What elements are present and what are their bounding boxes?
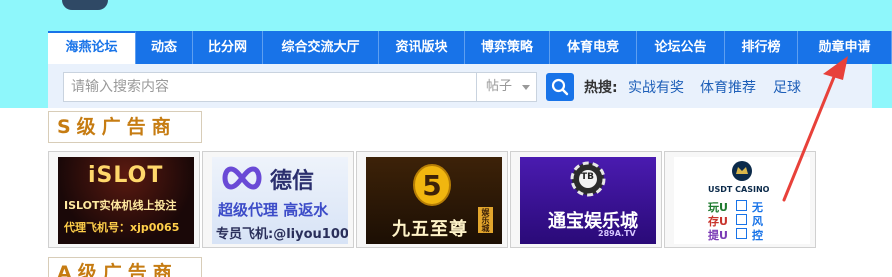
search-button[interactable] — [546, 73, 574, 101]
search-input[interactable] — [63, 72, 477, 102]
ad-line-withdraw: 提U — [708, 229, 728, 242]
ad-card-dexin[interactable]: 德信 超级代理 高返水 专员飞机:@liyou100 — [202, 151, 354, 248]
ad-tagline-dexin: 超级代理 高返水 — [218, 201, 329, 219]
nav-tab-leaderboard[interactable]: 排行榜 — [725, 31, 798, 64]
nav-tab-esports[interactable]: 体育电竞 — [550, 31, 637, 64]
hot-link-football[interactable]: 足球 — [773, 77, 801, 97]
hot-link-sports[interactable]: 体育推荐 — [700, 77, 756, 97]
search-scope-label: 帖子 — [486, 79, 513, 94]
search-scope-select[interactable]: 帖子 — [477, 72, 537, 102]
ad-brand-dexin: 德信 — [270, 169, 315, 194]
ad-card-tongbao[interactable]: TB 通宝娱乐城 289A.TV — [510, 151, 662, 248]
section-title-s: S级广告商 — [48, 111, 202, 143]
nav-tab-dynamic[interactable]: 动态 — [136, 31, 193, 64]
coin-logo-icon: 5 — [413, 164, 451, 206]
ad-badge-jiuwu: 娱乐城 — [478, 207, 493, 233]
hot-link-prize[interactable]: 实战有奖 — [628, 77, 684, 97]
ad-logo-tongbao: TB — [581, 172, 594, 182]
ad-banner-jiuwu: 5 九五至尊 娱乐城 — [366, 157, 502, 244]
ad-card-usdt-casino[interactable]: USDT CASINO 玩U 存U 提U 无 风 控 — [664, 151, 816, 248]
svg-text:5: 5 — [422, 169, 441, 202]
hot-search-label: 热搜: — [584, 80, 618, 96]
ad-domain-tongbao: 289A.TV — [598, 229, 636, 238]
nav-tab-home[interactable]: 海燕论坛 — [48, 31, 136, 64]
page-gutter-left — [0, 108, 48, 277]
crown-logo-icon — [732, 161, 752, 181]
page-gutter-right — [872, 108, 892, 277]
ad-contact-dexin: 专员飞机:@liyou100 — [216, 227, 348, 242]
site-logo — [62, 0, 108, 10]
ad-banner-dexin: 德信 超级代理 高返水 专员飞机:@liyou100 — [212, 157, 348, 244]
nav-tab-strategy[interactable]: 博弈策略 — [465, 31, 550, 64]
ad-contact-islot: 代理飞机号：xjp0065 — [64, 221, 180, 234]
search-icon — [551, 78, 569, 96]
section-title-a: A级广告商 — [48, 257, 202, 277]
check-icon — [736, 214, 747, 225]
main-nav: 海燕论坛 动态 比分网 综合交流大厅 资讯版块 博弈策略 体育电竞 论坛公告 排… — [48, 31, 892, 64]
ad-banner-tongbao: TB 通宝娱乐城 289A.TV — [520, 157, 656, 244]
ad-brand-islot: iSLOT — [88, 163, 164, 188]
ad-brand-usdt-casino: USDT CASINO — [708, 185, 770, 194]
ad-brand-jiuwu: 九五至尊 — [392, 219, 468, 240]
ad-banner-islot: iSLOT ISLOT实体机线上投注 代理飞机号：xjp0065 — [58, 157, 194, 244]
search-bar: 帖子 热搜: 实战有奖 体育推荐 足球 — [48, 64, 872, 108]
ad-card-islot[interactable]: iSLOT ISLOT实体机线上投注 代理飞机号：xjp0065 — [48, 151, 200, 248]
ad-mark-3: 控 — [752, 229, 763, 242]
ad-banner-usdt-casino: USDT CASINO 玩U 存U 提U 无 风 控 — [674, 157, 810, 244]
check-icon — [736, 228, 747, 239]
nav-tab-news[interactable]: 资讯版块 — [379, 31, 465, 64]
chevron-down-icon — [522, 85, 530, 90]
nav-tab-lobby[interactable]: 综合交流大厅 — [263, 31, 379, 64]
ad-card-jiuwu[interactable]: 5 九五至尊 娱乐城 — [356, 151, 508, 248]
ad-tagline-islot: ISLOT实体机线上投注 — [64, 199, 177, 212]
nav-tab-announcements[interactable]: 论坛公告 — [637, 31, 725, 64]
infinity-logo-icon — [222, 166, 262, 190]
nav-tab-scores[interactable]: 比分网 — [193, 31, 263, 64]
check-icon — [736, 200, 747, 211]
nav-tab-medal-apply[interactable]: 勋章申请 — [798, 31, 892, 64]
